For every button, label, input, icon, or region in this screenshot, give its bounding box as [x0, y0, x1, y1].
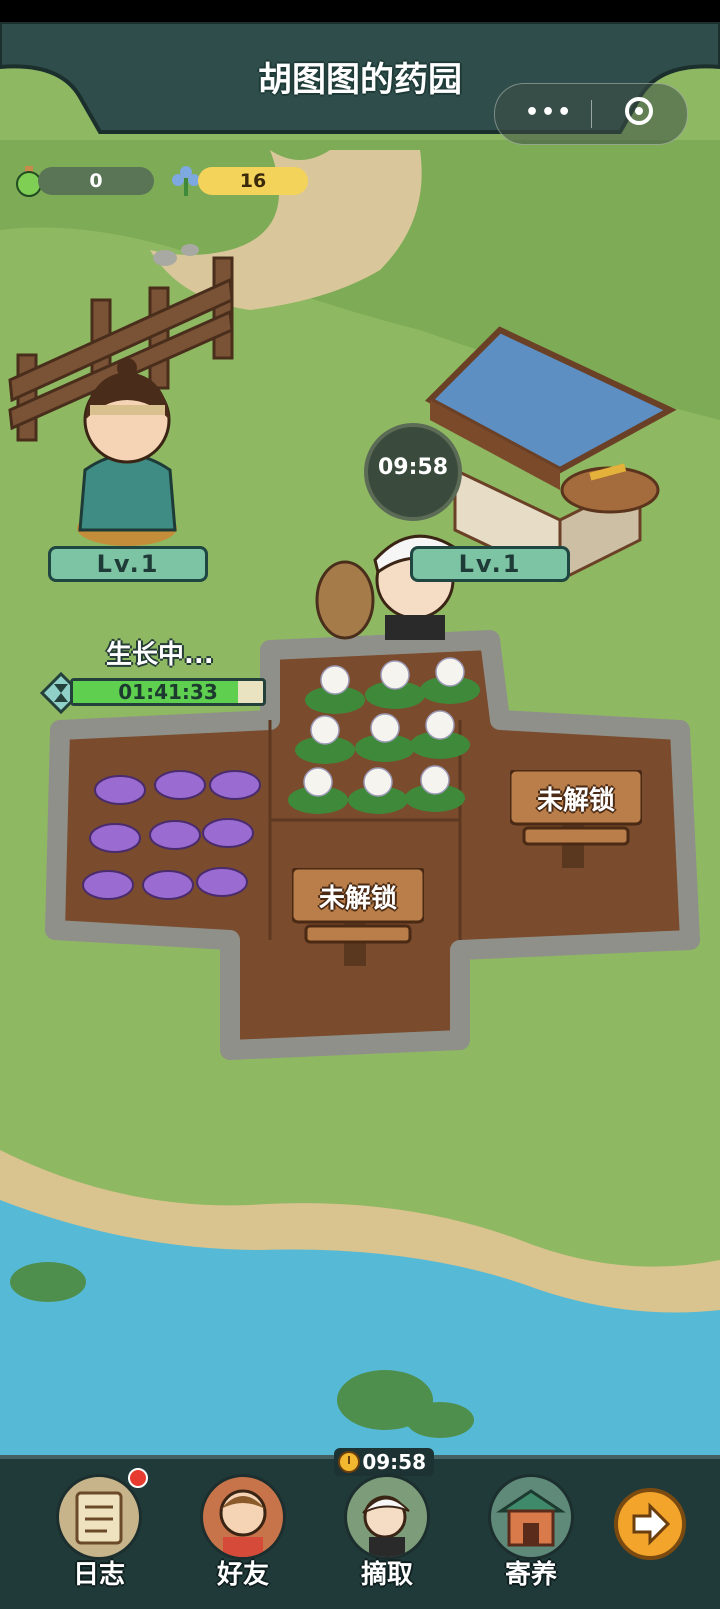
shop-timer: 09:58: [377, 455, 449, 480]
mini-program-capsule[interactable]: •••: [494, 83, 688, 145]
more-icon[interactable]: •••: [525, 100, 573, 125]
arrow-right-icon: [632, 1502, 671, 1546]
resource-potion: 0: [12, 164, 154, 198]
nav-foster[interactable]: 寄养: [476, 1468, 586, 1598]
growth-time-left: 01:41:33: [118, 680, 218, 704]
nav-log-label: 日志: [72, 1560, 125, 1590]
notification-badge: [128, 1468, 148, 1488]
potion-count: 0: [38, 167, 154, 195]
purple-herb-crop: [82, 770, 261, 900]
scroll-log-icon: [56, 1474, 142, 1560]
nav-pick-label: 摘取: [360, 1560, 413, 1590]
nav-pick[interactable]: 摘取: [332, 1468, 442, 1598]
picker-character-icon: [344, 1474, 430, 1560]
shop-level-badge[interactable]: Lv.1: [410, 546, 570, 582]
pavilion-icon: [488, 1474, 574, 1560]
nav-friends[interactable]: 好友: [188, 1468, 298, 1598]
resource-herb: 16: [168, 164, 308, 198]
herb-count: 16: [198, 167, 308, 195]
capsule-divider: [591, 100, 592, 128]
nav-foster-label: 寄养: [504, 1560, 557, 1590]
locked-label: 未解锁: [318, 884, 397, 914]
close-target-icon[interactable]: [625, 97, 653, 125]
friend-avatar-icon: [200, 1474, 286, 1560]
locked-label: 未解锁: [536, 786, 615, 816]
herbalist-level-badge[interactable]: Lv.1: [48, 546, 208, 582]
locked-plot-sign-right[interactable]: 未解锁: [510, 770, 642, 870]
nav-friends-label: 好友: [216, 1560, 269, 1590]
nav-log[interactable]: 日志: [44, 1468, 154, 1598]
locked-plot-sign-bottom[interactable]: 未解锁: [292, 868, 424, 968]
next-page-button[interactable]: [614, 1488, 686, 1560]
growth-status: 生长中...: [106, 640, 214, 670]
